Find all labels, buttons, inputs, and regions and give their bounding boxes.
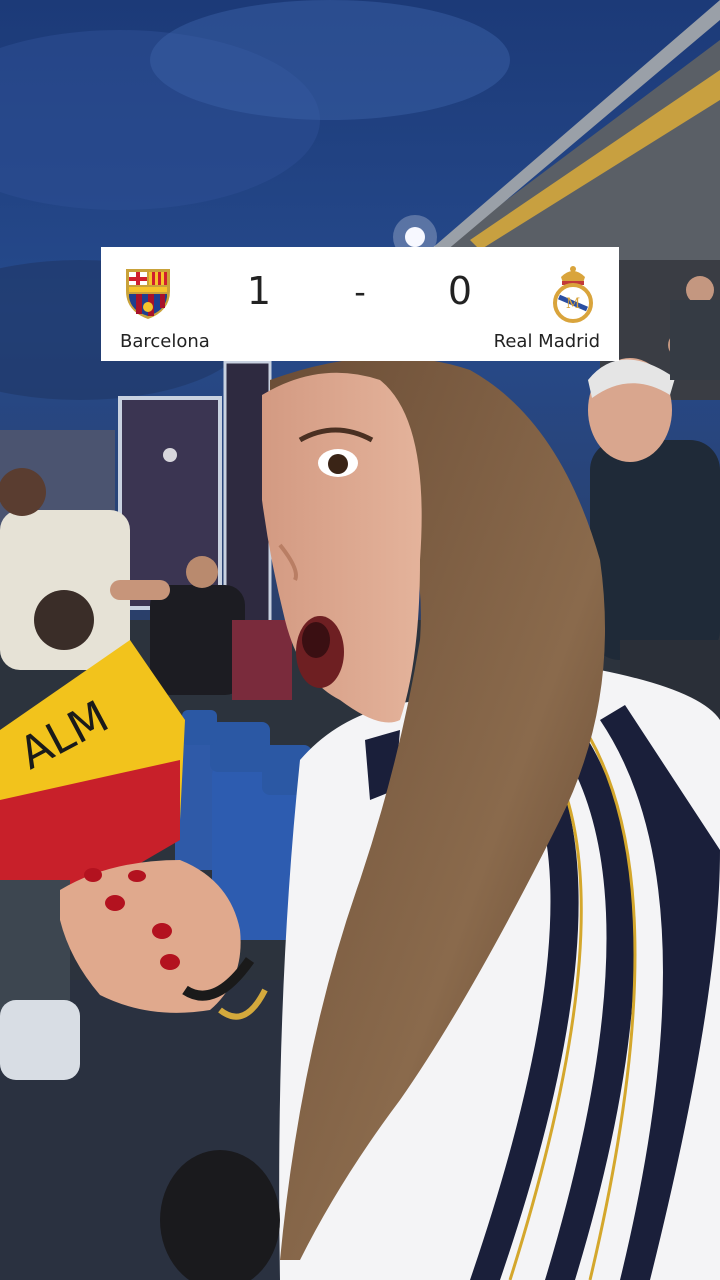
- stadium-scene: ALM: [0, 0, 720, 1280]
- score-separator: -: [354, 273, 366, 311]
- barcelona-crest-icon: [122, 265, 174, 321]
- away-score: 0: [447, 269, 473, 313]
- away-team-name: Real Madrid: [493, 331, 600, 352]
- scoreboard: 1 - 0 M Barcelona Real Madrid: [101, 247, 619, 361]
- home-score: 1: [246, 269, 272, 313]
- video-frame: ALM: [0, 0, 720, 1280]
- crest-monogram: M: [566, 296, 580, 312]
- real-madrid-crest-icon: M: [551, 263, 595, 323]
- home-team-name: Barcelona: [120, 331, 210, 352]
